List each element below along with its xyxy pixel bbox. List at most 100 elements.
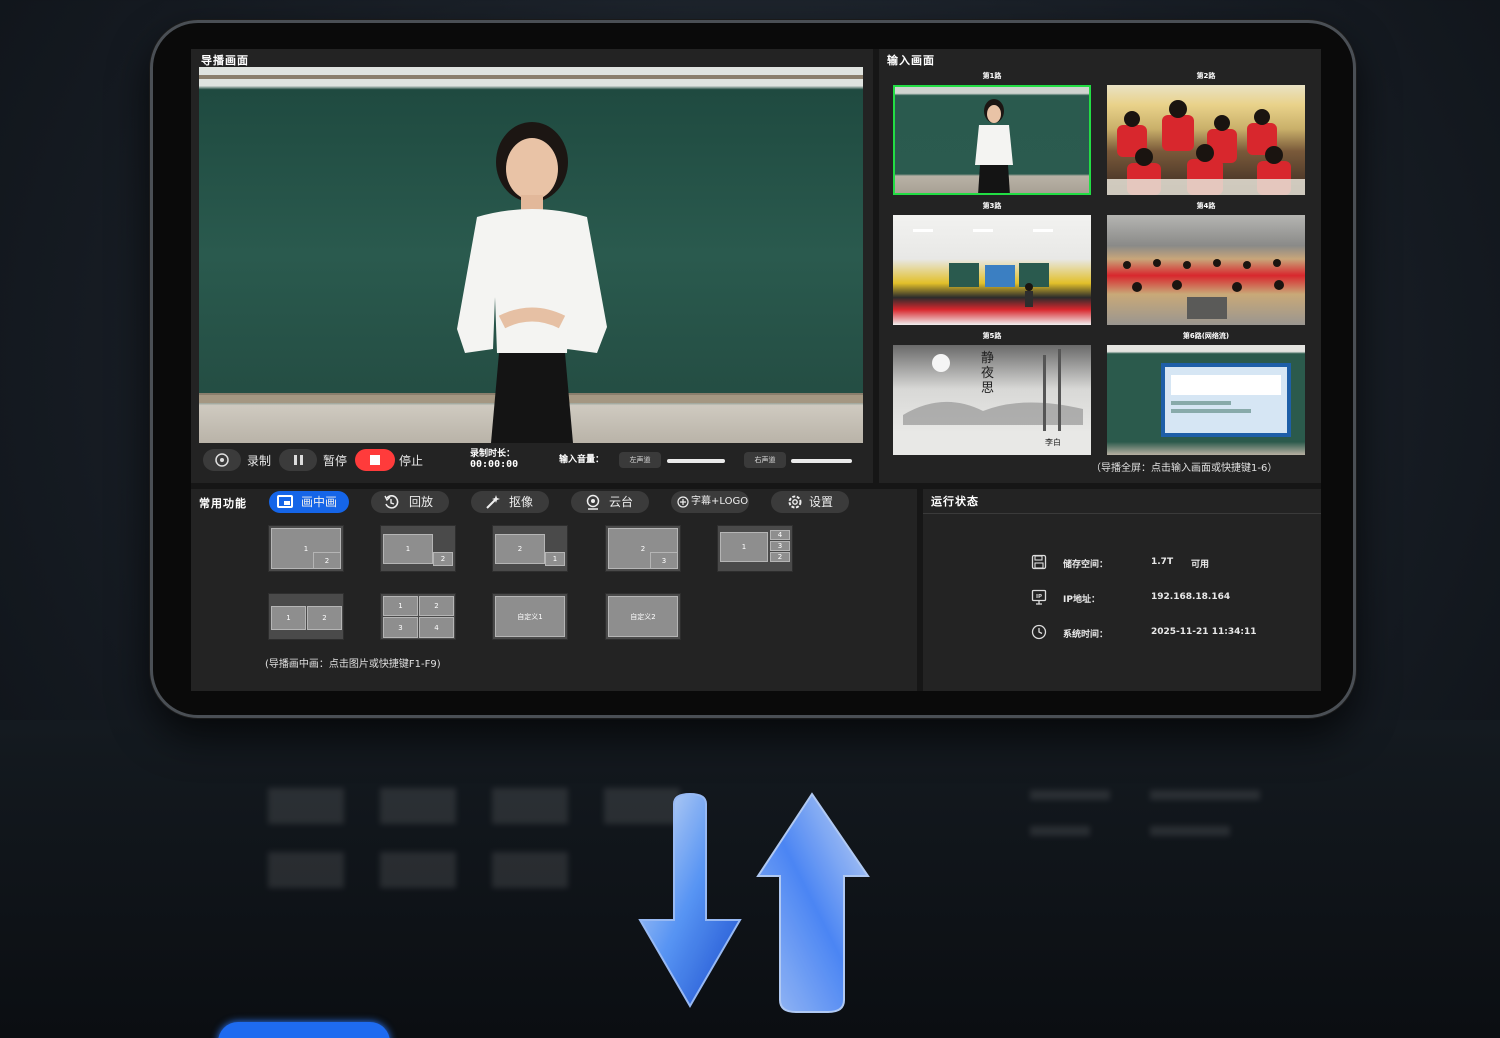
layout-inset-pane: 2	[313, 552, 341, 569]
layout-inset-pane: 1	[545, 552, 565, 566]
tab-subtitle-logo-label: 字幕+LOGO	[691, 496, 749, 507]
input-tile-4[interactable]	[1107, 215, 1305, 325]
runtime-status-title: 运行状态	[931, 495, 979, 508]
custom-layout-2: 自定义2	[608, 596, 678, 637]
clock-icon	[1031, 624, 1047, 640]
layout-side-pane: 3	[770, 541, 790, 551]
input-tile-3[interactable]	[893, 215, 1091, 325]
tile-label-3: 第3路	[982, 202, 1002, 210]
tab-pip-label: 画中画	[301, 495, 338, 509]
program-video[interactable]	[199, 67, 863, 443]
tab-playback[interactable]: 回放	[371, 491, 449, 513]
tab-settings-label: 设置	[809, 495, 834, 509]
layout-pane-right: 2	[307, 606, 342, 630]
left-volume-meter	[667, 459, 725, 463]
right-channel-chip: 右声道	[744, 452, 786, 468]
time-row: 系统时间： 2025-11-21 11:34:11	[1031, 624, 1291, 641]
pip-layout-f2[interactable]: 1 2	[380, 525, 456, 572]
pip-layout-f7[interactable]: 1 2 3 4	[380, 593, 456, 640]
input-tile-2[interactable]	[1107, 85, 1305, 195]
pip-layout-f1[interactable]: 1 2	[268, 525, 344, 572]
volume-label: 输入音量：	[559, 455, 605, 465]
magic-wand-icon	[486, 495, 500, 509]
stop-button[interactable]	[355, 449, 395, 471]
time-value: 2025-11-21 11:34:11	[1151, 627, 1257, 637]
pause-button[interactable]	[279, 449, 317, 471]
tile-label-5: 第5路	[982, 332, 1002, 340]
tile-label-6: 第6路(网络流)	[1182, 332, 1230, 340]
input-tile-6[interactable]	[1107, 345, 1305, 455]
program-monitor-title: 导播画面	[201, 54, 249, 67]
network-stream-thumbnail	[1161, 363, 1291, 437]
layout-side-pane: 4	[770, 530, 790, 540]
tab-playback-label: 回放	[409, 495, 434, 509]
layout-pane-left: 1	[271, 606, 306, 630]
layout-quad-pane: 3	[383, 617, 418, 638]
tab-settings[interactable]: 设置	[771, 491, 849, 513]
tab-keying-label: 抠像	[509, 495, 534, 509]
pip-layout-f4[interactable]: 2 3	[605, 525, 681, 572]
program-monitor-panel: 导播画面 录制 暂停 停止 录制时长： 00:00:00 输入音量： 左声道 右…	[191, 49, 873, 483]
storage-row: 储存空间： 1.7T 可用	[1031, 554, 1291, 571]
pip-layout-f5[interactable]: 1 4 3 2	[717, 525, 793, 572]
bottom-accent-pill	[218, 1022, 390, 1038]
record-controls: 录制 暂停 停止 录制时长： 00:00:00 输入音量： 左声道 右声道	[199, 447, 863, 475]
tile-label-2: 第2路	[1196, 72, 1216, 80]
tab-pip[interactable]: 画中画	[269, 491, 349, 513]
layout-quad-pane: 4	[419, 617, 454, 638]
input-tile-1[interactable]	[893, 85, 1091, 195]
right-volume-meter	[791, 459, 853, 463]
runtime-status-panel: 运行状态 储存空间： 1.7T 可用 IP IP地址： 192.168.18.1…	[923, 489, 1321, 691]
layout-main-pane: 1	[383, 534, 433, 564]
tab-ptz-label: 云台	[609, 495, 634, 509]
duration-value: 00:00:00	[470, 459, 519, 470]
teacher-figure	[457, 122, 607, 443]
stop-label: 停止	[399, 454, 424, 468]
webcam-icon	[586, 494, 600, 510]
tile-label-1: 第1路	[982, 72, 1002, 80]
teacher-thumbnail	[975, 99, 1013, 193]
pip-layout-f6[interactable]: 1 2	[268, 593, 344, 640]
record-icon	[215, 453, 229, 467]
common-functions-panel: 常用功能 画中画 回放 抠像 云台 字幕+LOGO 设置 1 2 1 2 2 1…	[191, 489, 917, 691]
pip-icon	[277, 495, 293, 508]
duration-label: 录制时长：	[470, 449, 516, 459]
poem-title: 静夜思	[981, 351, 995, 396]
storage-label: 储存空间：	[1063, 560, 1109, 570]
ip-value: 192.168.18.164	[1151, 592, 1231, 602]
input-hint: （导播全屏：点击输入画面或快捷键1-6）	[1091, 463, 1278, 474]
layout-inset-pane: 3	[650, 552, 678, 569]
storage-value: 1.7T	[1151, 557, 1174, 567]
ip-label: IP地址：	[1063, 595, 1100, 605]
svg-text:IP: IP	[1036, 594, 1042, 600]
director-app-screen: 导播画面 录制 暂停 停止 录制时长： 00:00:00 输入音量： 左声道 右…	[191, 49, 1321, 691]
tab-subtitle-logo[interactable]: 字幕+LOGO	[671, 491, 749, 513]
save-disk-icon	[1031, 554, 1047, 570]
gear-icon	[788, 495, 802, 509]
record-button[interactable]	[203, 449, 241, 471]
tab-keying[interactable]: 抠像	[471, 491, 549, 513]
layout-inset-pane: 2	[433, 552, 453, 566]
time-label: 系统时间：	[1063, 630, 1109, 640]
stop-icon	[370, 455, 380, 465]
divider	[923, 513, 1321, 514]
classroom-front-thumbnail	[913, 229, 1053, 307]
input-tile-5[interactable]: 静夜思 李白	[893, 345, 1091, 455]
pip-hint: (导播画中画：点击图片或快捷键F1-F9)	[265, 659, 441, 670]
tablet-device: 导播画面 录制 暂停 停止 录制时长： 00:00:00 输入音量： 左声道 右…	[150, 20, 1356, 718]
storage-suffix: 可用	[1191, 560, 1210, 570]
pip-layout-f9[interactable]: 自定义2	[605, 593, 681, 640]
pause-label: 暂停	[323, 454, 348, 468]
ip-icon: IP	[1031, 589, 1047, 605]
common-functions-title: 常用功能	[199, 497, 247, 510]
poem-author: 李白	[1045, 438, 1061, 447]
layout-quad-pane: 2	[419, 596, 454, 616]
layout-main-pane: 2	[495, 534, 545, 564]
pip-layout-f3[interactable]: 2 1	[492, 525, 568, 572]
custom-layout-1: 自定义1	[495, 596, 565, 637]
layout-main-pane: 1	[720, 532, 768, 562]
pip-layout-f8[interactable]: 自定义1	[492, 593, 568, 640]
tab-ptz[interactable]: 云台	[571, 491, 649, 513]
layout-side-pane: 2	[770, 552, 790, 562]
record-label: 录制	[247, 454, 272, 468]
